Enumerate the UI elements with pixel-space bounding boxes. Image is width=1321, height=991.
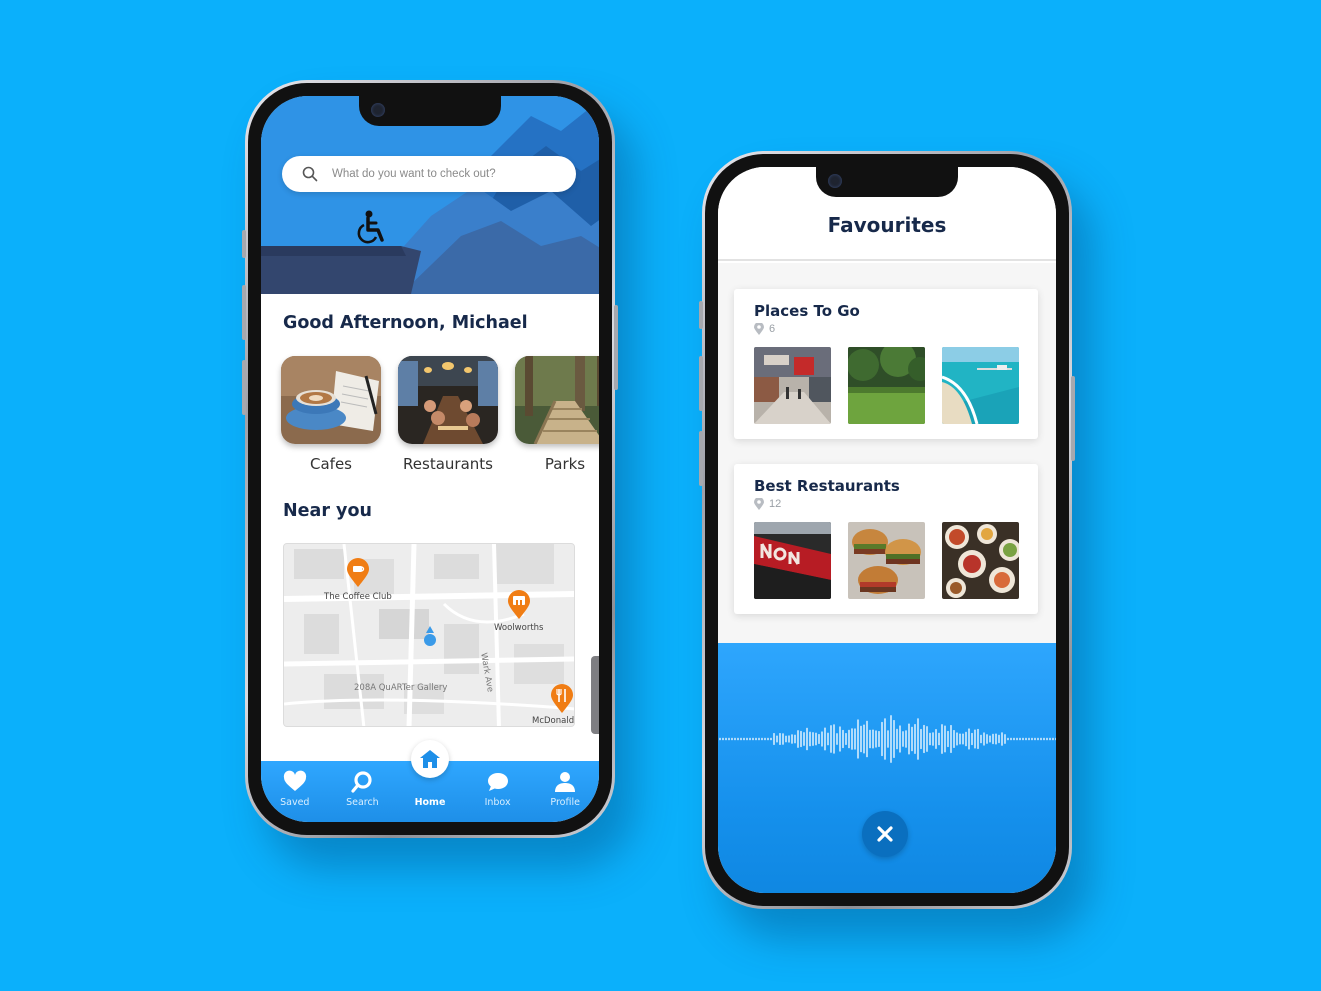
home-icon	[419, 750, 440, 768]
category-label: Restaurants	[403, 455, 493, 473]
cafes-thumbnail	[281, 356, 381, 444]
audio-waveform	[719, 715, 1056, 763]
home-bubble	[410, 740, 449, 778]
person-icon	[555, 772, 576, 792]
close-button[interactable]	[862, 811, 908, 857]
tab-profile[interactable]: Profile	[533, 770, 597, 808]
volume-up-button	[242, 285, 246, 340]
bottom-tab-bar: Saved Search Home Inbox Profile	[261, 740, 599, 822]
page-title: Favourites	[827, 213, 947, 237]
place-thumbnail[interactable]	[942, 347, 1019, 424]
map-label-mcdonalds: McDonald	[532, 716, 575, 726]
card-count: 12	[754, 498, 781, 510]
list-card-places[interactable]: Places To Go 6	[734, 289, 1038, 439]
category-label: Cafes	[310, 455, 352, 473]
place-thumbnail[interactable]	[848, 347, 925, 424]
close-icon	[877, 826, 893, 842]
count-value: 12	[769, 498, 782, 510]
place-thumbnail[interactable]	[754, 347, 831, 424]
map-label-coffee-club: The Coffee Club	[324, 592, 392, 602]
scrollbar-handle[interactable]	[591, 656, 599, 734]
notch	[359, 96, 501, 126]
tab-label: Profile	[550, 797, 580, 808]
category-restaurants[interactable]: Restaurants	[398, 356, 498, 473]
chat-bubble-icon	[487, 773, 508, 791]
search-icon	[302, 166, 318, 182]
category-row: Cafes Restaurants Parks	[281, 356, 599, 476]
search-icon	[351, 771, 372, 793]
heart-icon	[283, 770, 306, 791]
tab-label: Home	[414, 797, 446, 808]
voice-search-panel	[718, 643, 1056, 893]
map-label-gallery: 208A QuARTer Gallery	[354, 683, 448, 693]
tab-label: Search	[346, 797, 379, 808]
tab-label: Saved	[280, 797, 310, 808]
location-pin-icon	[754, 323, 764, 335]
tab-saved[interactable]: Saved	[263, 770, 327, 808]
volume-up-button	[699, 356, 703, 411]
tab-home[interactable]: Home	[398, 740, 462, 808]
tab-search[interactable]: Search	[330, 770, 394, 808]
notch	[816, 167, 958, 197]
greeting-heading: Good Afternoon, Michael	[283, 313, 528, 333]
near-you-heading: Near you	[283, 501, 372, 521]
nearby-map[interactable]: The Coffee Club Woolworths Wark Ave 208A…	[283, 543, 575, 727]
restaurant-thumbnail[interactable]	[942, 522, 1019, 599]
category-cafes[interactable]: Cafes	[281, 356, 381, 473]
volume-down-button	[699, 431, 703, 486]
list-card-restaurants[interactable]: Best Restaurants 12	[734, 464, 1038, 614]
favourites-list: Places To Go 6 Best Restaurants 12	[718, 263, 1056, 643]
restaurant-thumbnail[interactable]	[848, 522, 925, 599]
count-value: 6	[769, 323, 776, 335]
phone-home: Good Afternoon, Michael	[242, 80, 618, 838]
card-count: 6	[754, 323, 775, 335]
volume-down-button	[242, 360, 246, 415]
home-screen: Good Afternoon, Michael	[261, 96, 599, 822]
tab-inbox[interactable]: Inbox	[466, 770, 530, 808]
location-pin-icon	[754, 498, 764, 510]
search-input[interactable]	[332, 168, 552, 180]
card-title: Places To Go	[754, 302, 860, 320]
card-title: Best Restaurants	[754, 477, 900, 495]
power-button	[614, 305, 618, 390]
restaurant-thumbnail[interactable]	[754, 522, 831, 599]
map-label-woolworths: Woolworths	[494, 623, 544, 633]
mute-switch	[699, 301, 703, 329]
wheelchair-icon	[357, 210, 384, 244]
search-bar[interactable]	[282, 156, 576, 192]
phone-favourites: Favourites Places To Go 6 Best Restauran…	[699, 151, 1075, 909]
category-parks[interactable]: Parks	[515, 356, 599, 473]
category-label: Parks	[544, 455, 586, 473]
parks-thumbnail	[515, 356, 599, 444]
favourites-screen: Favourites Places To Go 6 Best Restauran…	[718, 167, 1056, 893]
mute-switch	[242, 230, 246, 258]
restaurants-thumbnail	[398, 356, 498, 444]
tab-label: Inbox	[484, 797, 511, 808]
power-button	[1071, 376, 1075, 461]
